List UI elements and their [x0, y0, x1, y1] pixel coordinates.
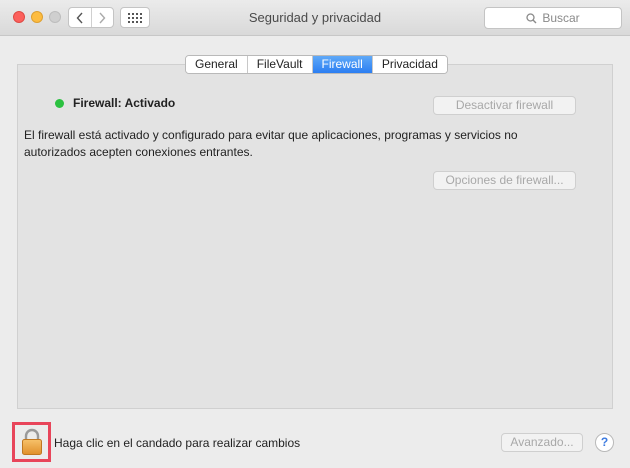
forward-button[interactable]: [90, 8, 114, 27]
advanced-button[interactable]: Avanzado...: [501, 433, 583, 452]
tab-firewall[interactable]: Firewall: [312, 56, 373, 73]
close-window-button[interactable]: [13, 11, 25, 23]
chevron-left-icon: [76, 12, 83, 23]
content-panel: [17, 64, 613, 409]
firewall-description: El firewall está activado y configurado …: [24, 128, 518, 159]
search-placeholder: Buscar: [542, 11, 580, 25]
lock-icon: [21, 428, 42, 455]
tab-bar: General FileVault Firewall Privacidad: [185, 55, 448, 74]
search-field[interactable]: Buscar: [484, 7, 622, 29]
show-all-button[interactable]: [120, 7, 150, 28]
chevron-right-icon: [99, 12, 106, 23]
tab-filevault[interactable]: FileVault: [247, 56, 313, 73]
lock-instruction-text: Haga clic en el candado para realizar ca…: [54, 436, 301, 450]
grid-icon: [128, 12, 142, 23]
firewall-status-label: Firewall: Activado: [73, 96, 176, 110]
zoom-window-button[interactable]: [49, 11, 61, 23]
minimize-window-button[interactable]: [31, 11, 43, 23]
tab-privacidad[interactable]: Privacidad: [372, 56, 447, 73]
disable-firewall-button[interactable]: Desactivar firewall: [433, 96, 576, 115]
tab-general[interactable]: General: [186, 56, 248, 73]
title-bar: Seguridad y privacidad Buscar: [0, 0, 630, 36]
lock-button[interactable]: [12, 422, 51, 462]
back-button[interactable]: [69, 8, 91, 27]
navigation-buttons: [68, 7, 114, 28]
firewall-status-indicator: [55, 99, 64, 108]
search-icon: [526, 12, 537, 23]
window-title: Seguridad y privacidad: [248, 10, 382, 25]
help-button[interactable]: ?: [595, 433, 614, 452]
firewall-options-button[interactable]: Opciones de firewall...: [433, 171, 576, 190]
